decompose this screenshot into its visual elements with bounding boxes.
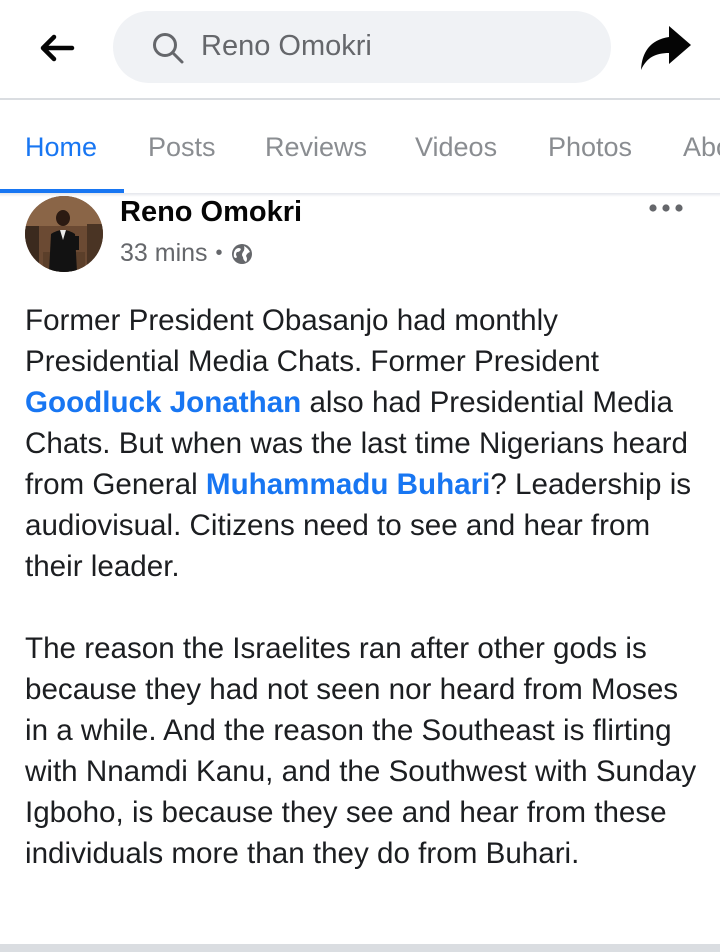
tab-posts[interactable]: Posts: [148, 132, 216, 163]
tab-home[interactable]: Home: [25, 132, 97, 163]
search-bar[interactable]: [113, 11, 611, 83]
tab-reviews[interactable]: Reviews: [265, 132, 367, 163]
post-paragraph-1: Former President Obasanjo had monthly Pr…: [25, 300, 705, 587]
top-bar: [0, 0, 720, 98]
mention-muhammadu-buhari[interactable]: Muhammadu Buhari: [206, 468, 490, 501]
post-paragraph-2: The reason the Israelites ran after othe…: [25, 632, 697, 870]
tab-videos[interactable]: Videos: [415, 132, 497, 163]
share-arrow-icon[interactable]: [638, 24, 692, 72]
back-arrow-icon[interactable]: [36, 28, 76, 68]
page-tabs: Home Posts Reviews Videos Photos Abo: [0, 100, 720, 196]
tab-about[interactable]: Abo: [683, 132, 720, 163]
search-icon: [153, 33, 184, 64]
search-input[interactable]: [201, 23, 591, 69]
post-text: Former President Obasanjo had monthly Pr…: [25, 300, 705, 915]
tab-photos[interactable]: Photos: [548, 132, 632, 163]
globe-icon: [231, 243, 252, 264]
post-time[interactable]: 33 mins: [120, 239, 208, 268]
post-meta: 33 mins •: [120, 239, 253, 268]
more-dots-icon[interactable]: [648, 198, 684, 218]
avatar[interactable]: [25, 196, 103, 272]
mention-goodluck-jonathan[interactable]: Goodluck Jonathan: [25, 386, 301, 419]
feed-separator: [0, 944, 720, 952]
meta-separator: •: [215, 242, 223, 264]
post-text-segment: Former President Obasanjo had monthly Pr…: [25, 304, 600, 378]
post-header: Reno Omokri 33 mins •: [0, 196, 720, 286]
post-author[interactable]: Reno Omokri: [120, 196, 302, 229]
